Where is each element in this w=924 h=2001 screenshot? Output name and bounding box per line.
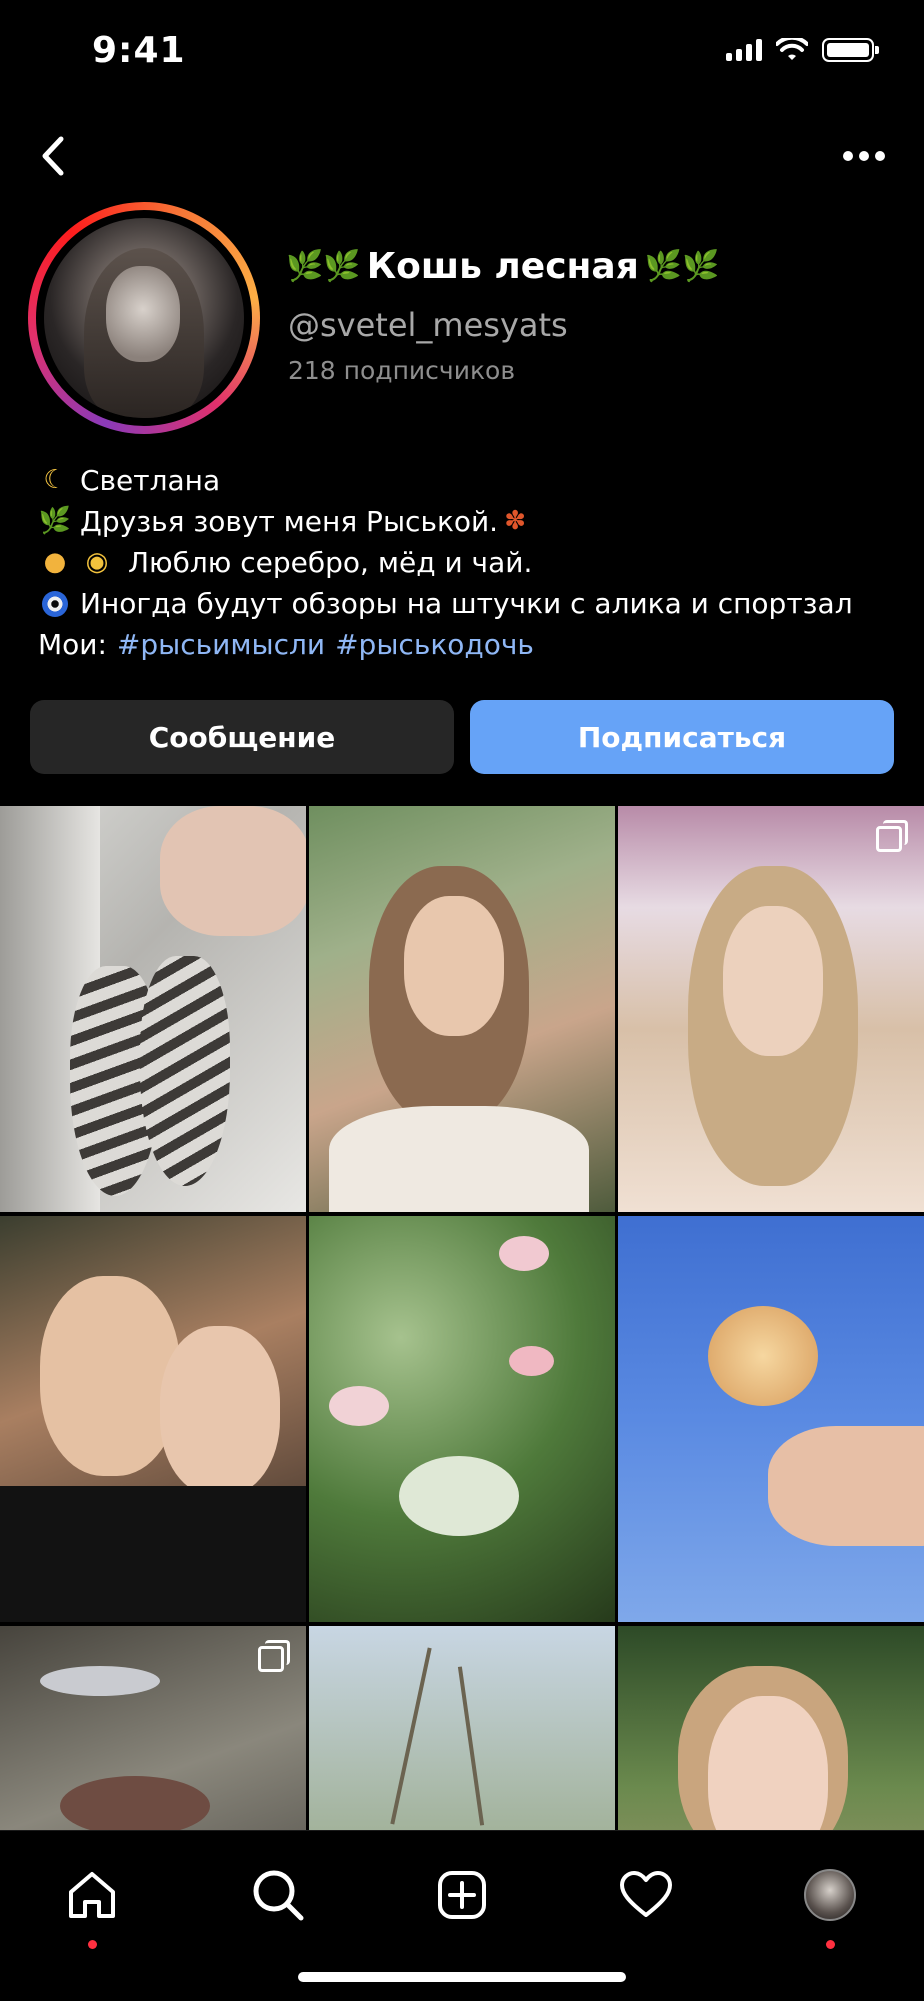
- story-ring[interactable]: [28, 202, 260, 434]
- feather-shape: [140, 956, 230, 1186]
- follow-button[interactable]: Подписаться: [470, 700, 894, 774]
- hand-shape: [768, 1426, 924, 1546]
- chevron-left-icon: [42, 136, 64, 176]
- nazar-amulet-icon: [38, 590, 72, 617]
- more-horizontal-icon: [843, 151, 885, 161]
- nav-bar: [0, 110, 924, 200]
- grid-post[interactable]: [0, 806, 306, 1212]
- grid-post[interactable]: [309, 806, 615, 1212]
- status-bar: 9:41: [0, 0, 924, 110]
- battery-icon: [822, 38, 879, 62]
- signal-icon: [726, 39, 762, 61]
- hashtag-link[interactable]: #рысьимысли: [117, 624, 325, 665]
- photo-grid: [0, 806, 924, 1830]
- bio-line: Мои: #рысьимысли #рыськодочь: [38, 624, 898, 665]
- leaf-icon: 🌿: [38, 506, 72, 536]
- tab-create[interactable]: [422, 1855, 502, 1935]
- multiple-photos-icon: [258, 1640, 290, 1672]
- grid-post[interactable]: [309, 1626, 615, 1830]
- tab-profile[interactable]: [790, 1855, 870, 1949]
- bio: ☾ Светлана 🌿 Друзья зовут меня Рыськой. …: [38, 460, 898, 665]
- notification-dot: [88, 1940, 97, 1949]
- back-button[interactable]: [26, 130, 78, 182]
- multiple-photos-icon: [876, 820, 908, 852]
- display-name-row: 🌿🌿 Кошь лесная 🌿🌿: [286, 246, 720, 287]
- grid-post[interactable]: [0, 1626, 306, 1830]
- grid-post[interactable]: [618, 1216, 924, 1622]
- rose-shape: [708, 1306, 818, 1406]
- message-button[interactable]: Сообщение: [30, 700, 454, 774]
- status-time: 9:41: [92, 30, 186, 71]
- leaf-icon: 🌿🌿: [644, 249, 720, 284]
- leaf-icon: 🌿🌿: [286, 249, 361, 284]
- bio-line: ● ◉ Люблю серебро, мёд и чай.: [38, 542, 898, 583]
- grid-post[interactable]: [309, 1216, 615, 1622]
- profile-avatar-icon: [804, 1869, 856, 1921]
- hashtag-link[interactable]: #рыськодочь: [335, 624, 534, 665]
- status-icons: [726, 38, 879, 62]
- wifi-icon: [776, 38, 808, 60]
- more-options-button[interactable]: [834, 130, 894, 182]
- hand-shape: [160, 806, 306, 936]
- maple-leaf-icon: ✽: [504, 506, 526, 536]
- tab-home[interactable]: [52, 1855, 132, 1949]
- honey-pot-icon: ●: [43, 547, 67, 577]
- profile-avatar: [44, 218, 244, 418]
- bio-line: 🌿 Друзья зовут меня Рыськой. ✽: [38, 501, 898, 542]
- display-name: Кошь лесная: [366, 246, 639, 287]
- moon-icon: ☾: [43, 465, 67, 495]
- notification-dot: [826, 1940, 835, 1949]
- search-icon: [253, 1870, 304, 1921]
- tab-search[interactable]: [238, 1855, 318, 1935]
- bio-line: ☾ Светлана: [38, 460, 898, 501]
- tab-activity[interactable]: [606, 1855, 686, 1935]
- home-indicator: [298, 1972, 626, 1982]
- heart-icon: [620, 1871, 672, 1917]
- followers-count[interactable]: 218 подписчиков: [288, 356, 515, 385]
- bio-line: Иногда будут обзоры на штучки с алика и …: [38, 583, 898, 624]
- grid-post[interactable]: [618, 1626, 924, 1830]
- home-icon: [69, 1872, 115, 1918]
- grid-post[interactable]: [0, 1216, 306, 1622]
- grid-post[interactable]: [618, 806, 924, 1212]
- add-post-icon: [438, 1871, 486, 1919]
- username: @svetel_mesyats: [288, 306, 568, 344]
- bee-icon: ◉: [85, 547, 109, 577]
